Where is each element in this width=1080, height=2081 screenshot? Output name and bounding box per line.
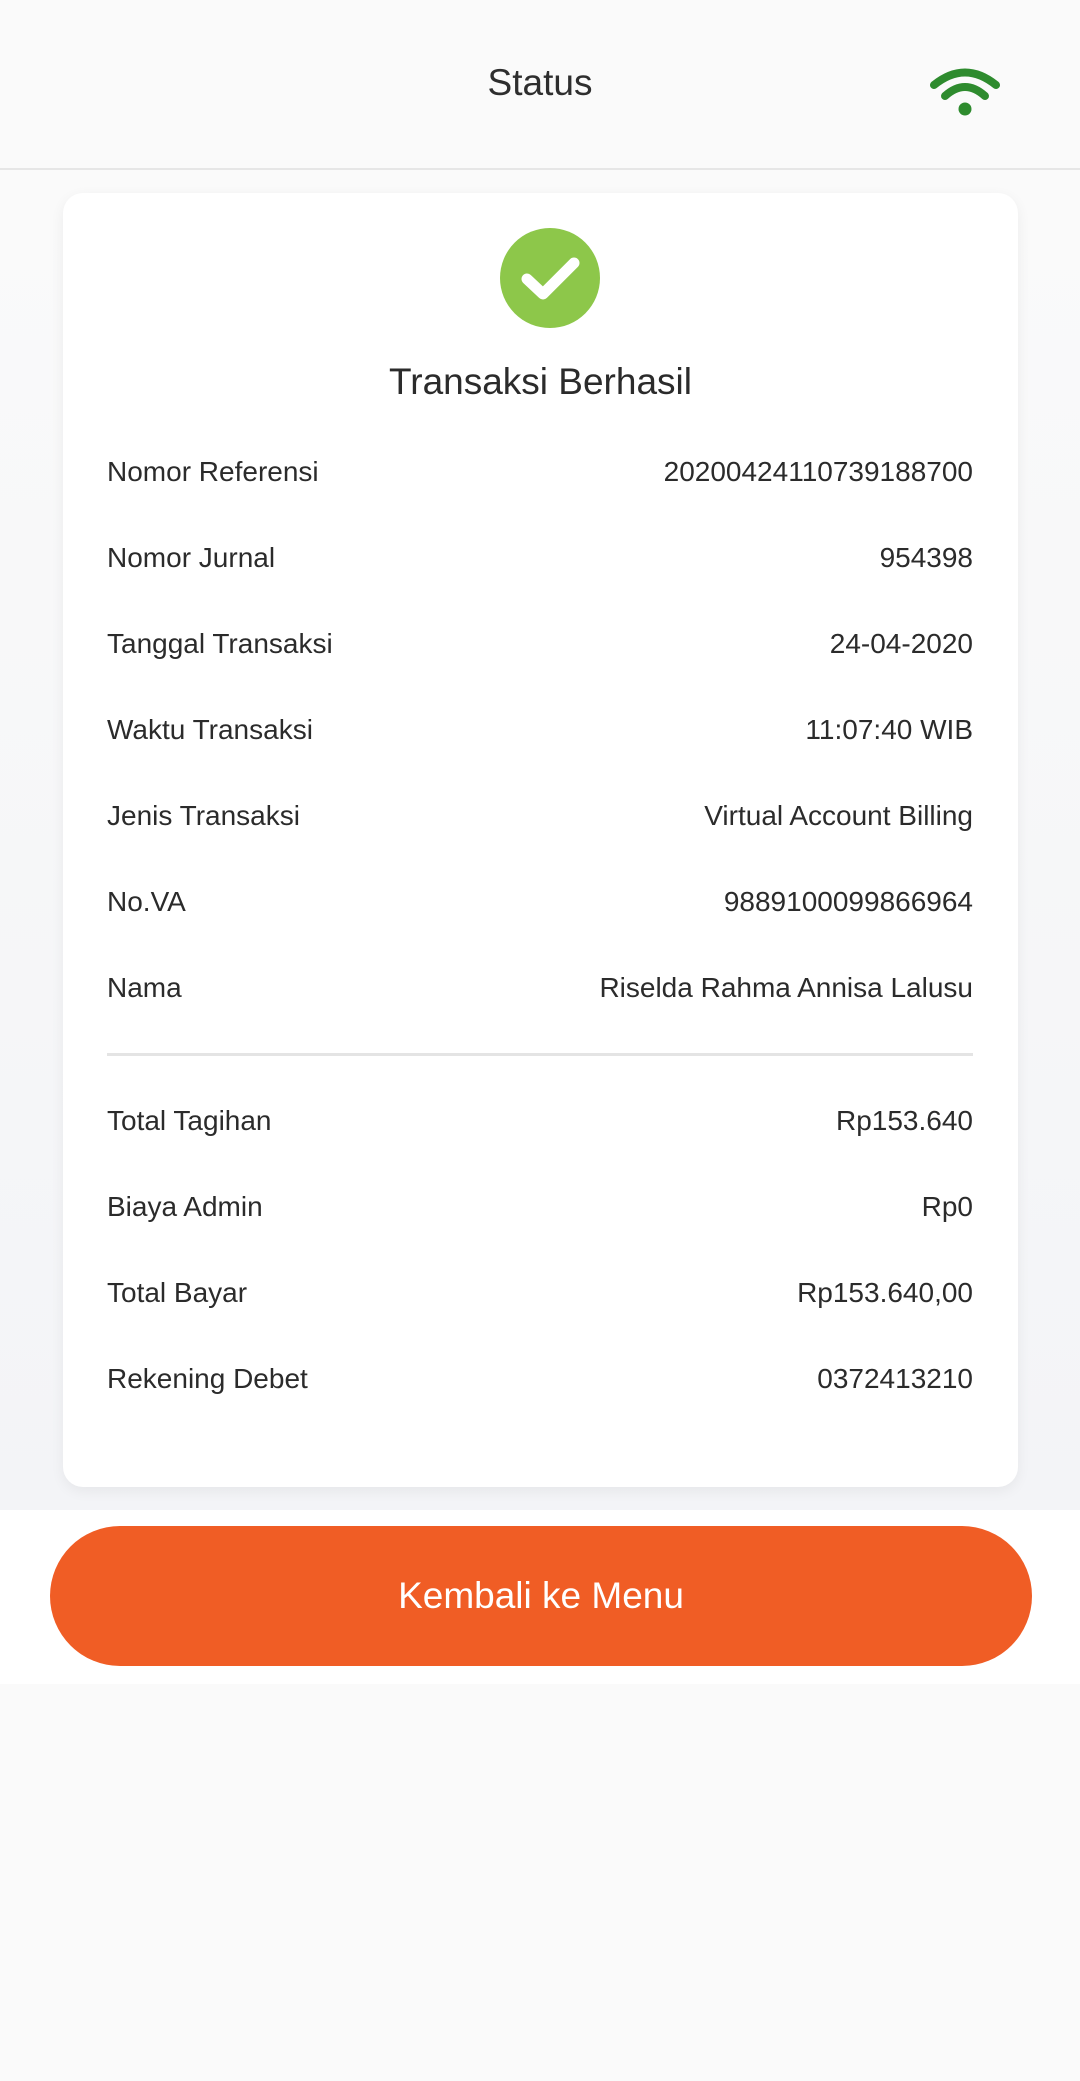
detail-label: No.VA [107,886,186,917]
total-row-total-bayar: Total Bayar Rp153.640,00 [107,1273,973,1313]
detail-label: Waktu Transaksi [107,714,313,745]
detail-row-waktu-transaksi: Waktu Transaksi 11:07:40 WIB [107,710,973,750]
detail-value: 20200424110739188700 [663,456,973,487]
detail-value: Riselda Rahma Annisa Lalusu [599,972,973,1003]
total-label: Total Bayar [107,1277,248,1308]
app-header: Status [0,0,1080,170]
detail-value: 9889100099866964 [723,886,973,917]
detail-value: Virtual Account Billing [704,800,973,831]
total-label: Biaya Admin [107,1191,263,1222]
detail-label: Tanggal Transaksi [107,628,333,659]
detail-value: 24-04-2020 [829,628,973,659]
detail-value: 954398 [879,542,973,573]
total-row-total-tagihan: Total Tagihan Rp153.640 [107,1101,973,1141]
wifi-icon [930,68,1000,118]
detail-row-nomor-jurnal: Nomor Jurnal 954398 [107,538,973,578]
detail-label: Nomor Jurnal [107,542,276,573]
detail-row-no-va: No.VA 9889100099866964 [107,882,973,922]
page-title: Status [487,62,593,103]
back-to-menu-button[interactable]: Kembali ke Menu [50,1526,1032,1666]
footer-bar: Kembali ke Menu [0,1510,1080,1684]
total-label: Total Tagihan [107,1105,272,1136]
detail-row-tanggal-transaksi: Tanggal Transaksi 24-04-2020 [107,624,973,664]
total-value: 0372413210 [817,1363,973,1394]
transaction-receipt-card: Transaksi Berhasil Nomor Referensi 20200… [63,193,1018,1487]
section-divider [107,1053,973,1056]
check-circle-icon [500,228,600,328]
total-value: Rp0 [921,1191,973,1222]
status-title: Transaksi Berhasil [389,361,692,402]
total-row-rekening-debet: Rekening Debet 0372413210 [107,1359,973,1399]
detail-label: Nama [107,972,182,1003]
detail-value: 11:07:40 WIB [805,714,973,745]
total-value: Rp153.640,00 [797,1277,973,1308]
detail-label: Nomor Referensi [107,456,319,487]
detail-row-nama: Nama Riselda Rahma Annisa Lalusu [107,968,973,1008]
total-label: Rekening Debet [107,1363,308,1394]
total-row-biaya-admin: Biaya Admin Rp0 [107,1187,973,1227]
detail-row-nomor-referensi: Nomor Referensi 20200424110739188700 [107,452,973,492]
total-value: Rp153.640 [835,1105,973,1136]
detail-row-jenis-transaksi: Jenis Transaksi Virtual Account Billing [107,796,973,836]
detail-label: Jenis Transaksi [107,800,300,831]
